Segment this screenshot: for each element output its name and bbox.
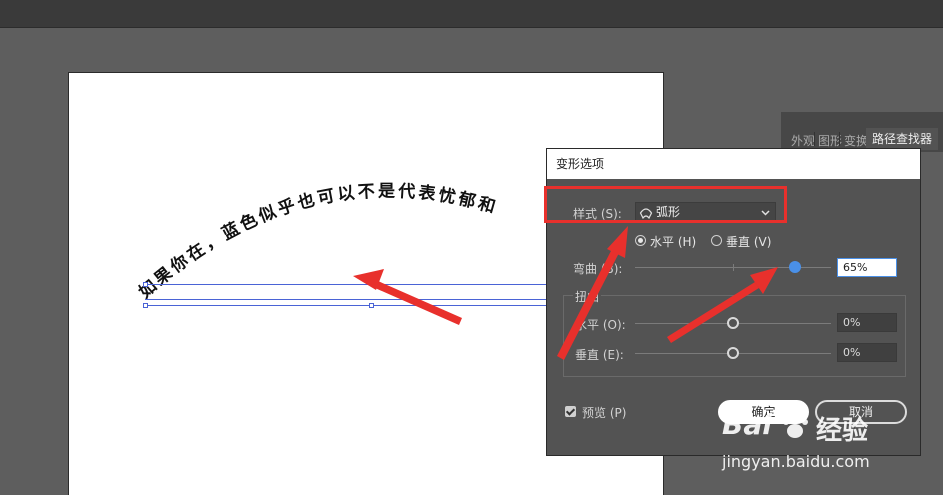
watermark-suffix: 经验 bbox=[816, 416, 869, 446]
red-arrow-icon bbox=[353, 269, 462, 325]
watermark-brand: Bai bbox=[722, 408, 772, 441]
red-arrow-icon bbox=[667, 267, 778, 343]
red-arrow-icon bbox=[557, 226, 628, 360]
watermark-url: jingyan.baidu.com bbox=[722, 452, 870, 471]
paw-icon bbox=[783, 414, 808, 438]
baidu-watermark: Bai 经验 jingyan.baidu.com bbox=[722, 408, 922, 488]
